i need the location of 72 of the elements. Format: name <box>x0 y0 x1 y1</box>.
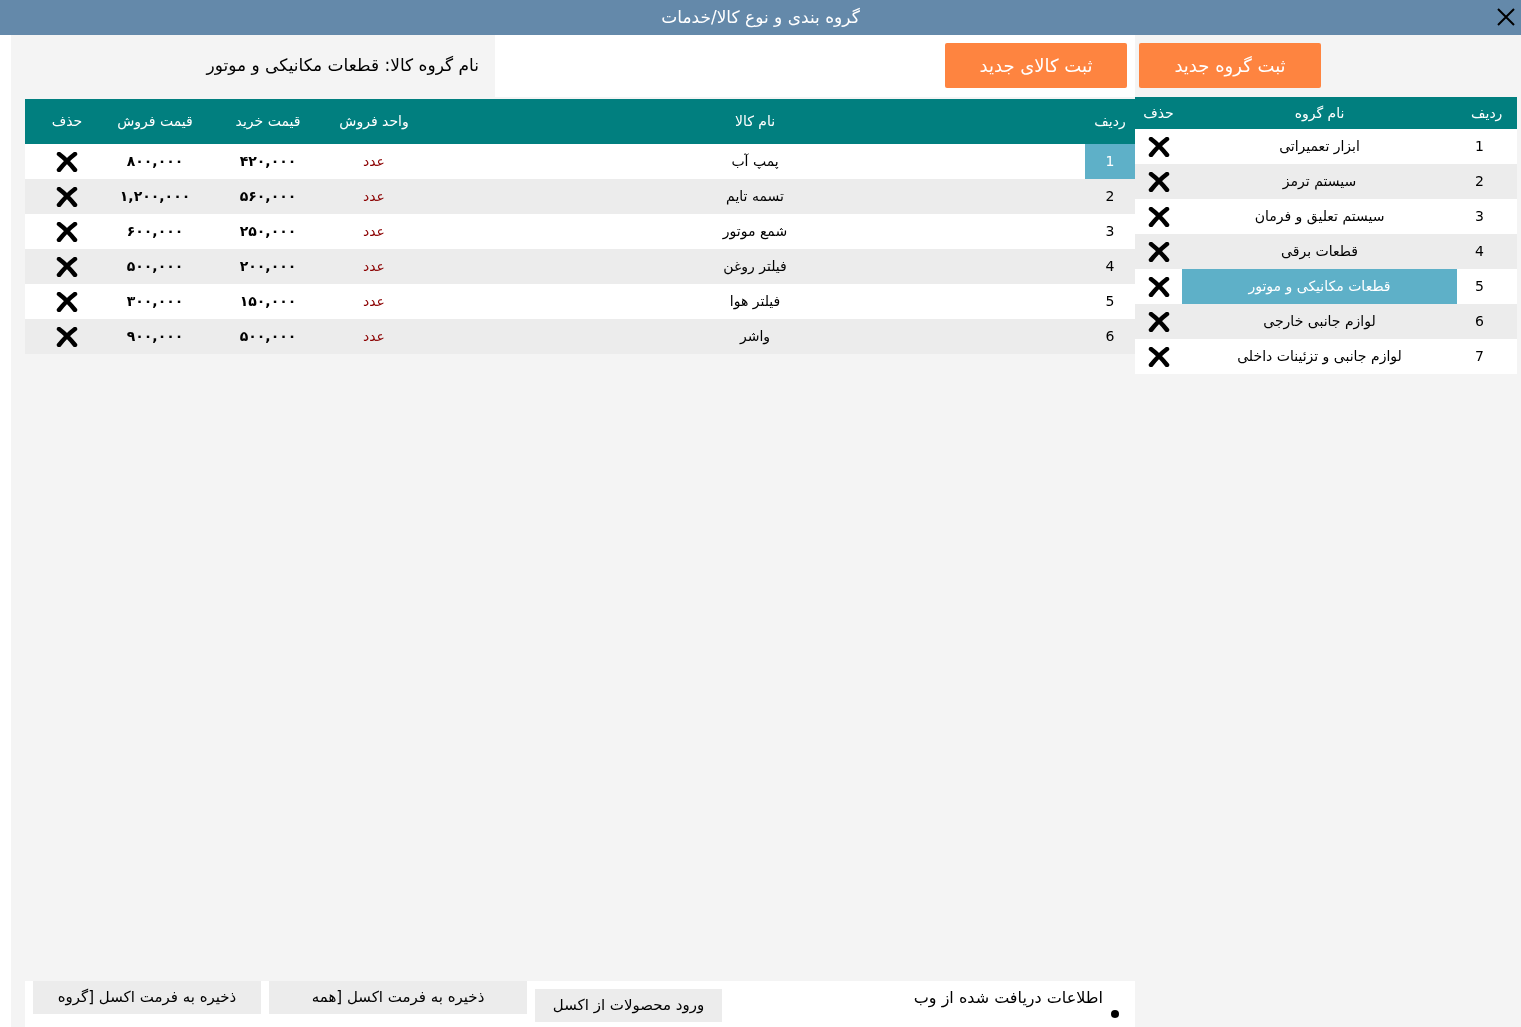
group-name-cell[interactable]: قطعات برقی <box>1182 234 1457 269</box>
delete-icon[interactable] <box>1147 346 1170 367</box>
row-number-cell[interactable]: 2 <box>1085 179 1135 214</box>
table-cell-text: واشر <box>738 327 772 347</box>
table-cell-text: عدد <box>362 327 386 346</box>
table-cell-text: 3 <box>1474 207 1485 226</box>
table-cell-text: فیلتر روغن <box>722 257 788 277</box>
window-title: گروه بندی و نوع کالا/خدمات <box>661 5 860 30</box>
table-cell-text: ۸۰۰,۰۰۰ <box>125 152 185 171</box>
delete-icon[interactable] <box>56 256 78 277</box>
table-cell-text: ۶۰۰,۰۰۰ <box>125 222 185 241</box>
table-cell-text: 4 <box>1474 242 1485 261</box>
delete-icon[interactable] <box>56 221 78 242</box>
row-number-cell[interactable]: 6 <box>1085 319 1135 354</box>
table-cell-text: پمپ آب <box>730 152 780 171</box>
table-cell-text: عدد <box>362 187 386 206</box>
table-cell-text: ۴۲۰,۰۰۰ <box>238 152 298 171</box>
delete-icon[interactable] <box>1147 206 1170 227</box>
delete-icon[interactable] <box>1147 171 1170 192</box>
table-cell-text: 7 <box>1474 347 1485 366</box>
group-name-cell[interactable]: ابزار تعمیراتی <box>1182 129 1457 164</box>
table-cell-text: عدد <box>362 222 386 241</box>
table-cell-text: 6 <box>1474 312 1485 331</box>
delete-icon[interactable] <box>56 291 78 312</box>
row-number-cell[interactable]: 5 <box>1085 284 1135 319</box>
column-header: نام کالا <box>733 112 777 131</box>
table-cell-text: ۱۵۰,۰۰۰ <box>238 292 298 311</box>
footer-button[interactable]: ذخیره به فرمت اکسل [گروه <box>33 980 261 1014</box>
web-info-label: اطلاعات دریافت شده از وب <box>913 987 1103 1010</box>
bullet-icon <box>1111 1010 1119 1018</box>
row-number-cell[interactable]: 4 <box>1085 249 1135 284</box>
column-header: حذف <box>50 112 84 131</box>
delete-icon[interactable] <box>1147 276 1170 297</box>
column-header: ردیف <box>1093 112 1127 131</box>
column-header: واحد فروش <box>338 112 410 132</box>
table-cell-text: ۳۰۰,۰۰۰ <box>125 292 185 311</box>
group-name-cell[interactable]: لوازم جانبی و تزئینات داخلی <box>1182 339 1457 374</box>
group-name-cell[interactable]: سیستم ترمز <box>1182 164 1457 199</box>
group-name-cell[interactable]: لوازم جانبی خارجی <box>1182 304 1457 339</box>
table-cell-text: فیلتر هوا <box>728 292 782 312</box>
table-cell-text: عدد <box>362 292 386 311</box>
table-cell-text: 2 <box>1474 172 1485 191</box>
table-cell-text: ۱,۲۰۰,۰۰۰ <box>118 187 192 206</box>
column-header: نام گروه <box>1293 103 1346 124</box>
delete-icon[interactable] <box>1147 136 1170 157</box>
table-cell-text: ۵۰۰,۰۰۰ <box>125 257 185 276</box>
table-cell-text: ۹۰۰,۰۰۰ <box>125 327 185 346</box>
delete-icon[interactable] <box>1147 241 1170 262</box>
table-cell-text: ۵۰۰,۰۰۰ <box>238 327 298 346</box>
table-cell-text: تسمه تایم <box>725 187 785 207</box>
footer-button[interactable]: ورود محصولات از اکسل <box>535 988 722 1022</box>
close-icon[interactable] <box>1495 6 1517 28</box>
delete-icon[interactable] <box>56 186 78 207</box>
table-cell-text: عدد <box>362 257 386 276</box>
delete-icon[interactable] <box>1147 311 1170 332</box>
column-header: قیمت فروش <box>116 112 194 132</box>
column-header: حذف <box>1142 103 1175 123</box>
group-name-label: نام گروه کالا: قطعات مکانیکی و موتور <box>206 54 479 78</box>
delete-icon[interactable] <box>56 326 78 347</box>
footer-button[interactable]: ذخیره به فرمت اکسل [همه <box>269 980 527 1014</box>
group-name-cell[interactable]: سیستم تعلیق و فرمان <box>1182 199 1457 234</box>
table-cell-text: عدد <box>362 152 386 171</box>
row-number-cell[interactable]: 3 <box>1085 214 1135 249</box>
column-header: ردیف <box>1470 103 1504 124</box>
delete-icon[interactable] <box>56 151 78 172</box>
table-cell-text: 1 <box>1474 137 1485 156</box>
column-header: قیمت خرید <box>234 112 302 132</box>
table-cell-text: ۵۶۰,۰۰۰ <box>238 187 298 206</box>
table-cell-text: 5 <box>1474 277 1485 296</box>
table-cell-text: ۲۵۰,۰۰۰ <box>238 222 298 241</box>
table-cell-text: شمع موتور <box>721 222 789 242</box>
table-cell-text: ۲۰۰,۰۰۰ <box>238 257 298 276</box>
